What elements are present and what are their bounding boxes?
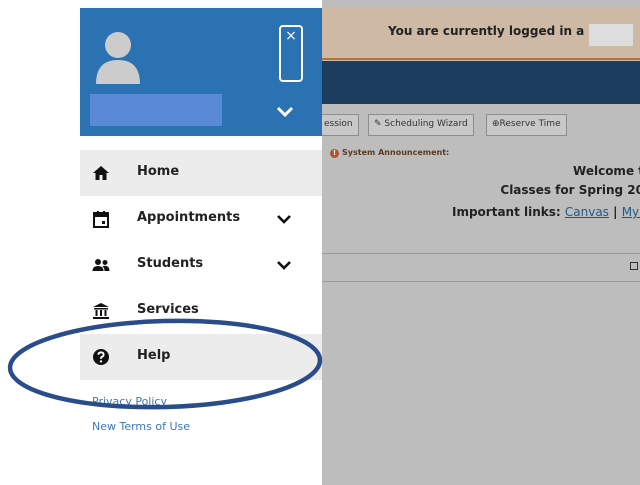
close-drawer-button[interactable]: × [279,25,303,82]
canvas-link[interactable]: Canvas [565,205,609,219]
divider [322,253,640,254]
drawer-header: × [80,8,322,136]
login-banner-text: You are currently logged in a [388,24,585,38]
important-links: Important links: Canvas | MyN [452,205,640,219]
welcome-text: Welcome t [573,164,640,178]
nav-label-appointments: Appointments [137,210,241,225]
classes-text: Classes for Spring 20 [500,183,640,197]
chevron-down-icon[interactable] [276,214,292,225]
add-time-icon: ⊕ [492,119,500,129]
nav-label-students: Students [137,256,204,271]
privacy-policy-link[interactable]: Privacy Policy [92,395,167,408]
important-links-label: Important links: [452,205,561,219]
nav-label-home: Home [137,164,180,179]
side-drawer: × Home Appointments Students Services He… [80,8,322,485]
nav-item-appointments[interactable]: Appointments [80,196,322,242]
top-navbar [322,61,640,104]
redacted-text [589,24,633,46]
divider [322,281,640,282]
login-banner: You are currently logged in a [322,8,640,60]
background-page: You are currently logged in a ession ✎ S… [322,0,640,485]
pencil-icon: ✎ [374,119,385,129]
nav-item-students[interactable]: Students [80,242,322,288]
user-avatar-icon [96,32,140,84]
session-button[interactable]: ession [322,114,359,136]
chevron-down-icon[interactable] [275,105,295,119]
institution-icon [93,303,109,319]
nav-item-home[interactable]: Home [80,150,322,196]
link-separator: | [613,205,618,219]
home-icon [93,166,109,180]
announcement-label: System Announcement: [342,148,450,157]
nav-item-services[interactable]: Services [80,288,322,334]
scheduling-wizard-label: Scheduling Wizard [384,119,468,129]
expand-square-icon[interactable] [630,262,638,270]
reserve-time-button[interactable]: ⊕Reserve Time [486,114,567,136]
chevron-down-icon[interactable] [276,260,292,271]
nav-label-services: Services [137,302,199,317]
close-icon: × [285,28,297,44]
nav-item-help[interactable]: Help [80,334,322,380]
terms-of-use-link[interactable]: New Terms of Use [92,420,190,433]
reserve-time-label: Reserve Time [499,119,561,129]
system-announcement: ! System Announcement: [330,148,449,158]
nav-label-help: Help [137,348,171,363]
calendar-icon [93,211,109,228]
myn-link[interactable]: MyN [622,205,640,219]
background-toolbar: ession ✎ Scheduling Wizard ⊕Reserve Time [322,112,640,140]
scheduling-wizard-button[interactable]: ✎ Scheduling Wizard [368,114,474,136]
question-circle-icon [93,349,109,365]
people-icon [92,259,110,271]
user-name [90,94,222,126]
info-icon: ! [330,149,339,158]
